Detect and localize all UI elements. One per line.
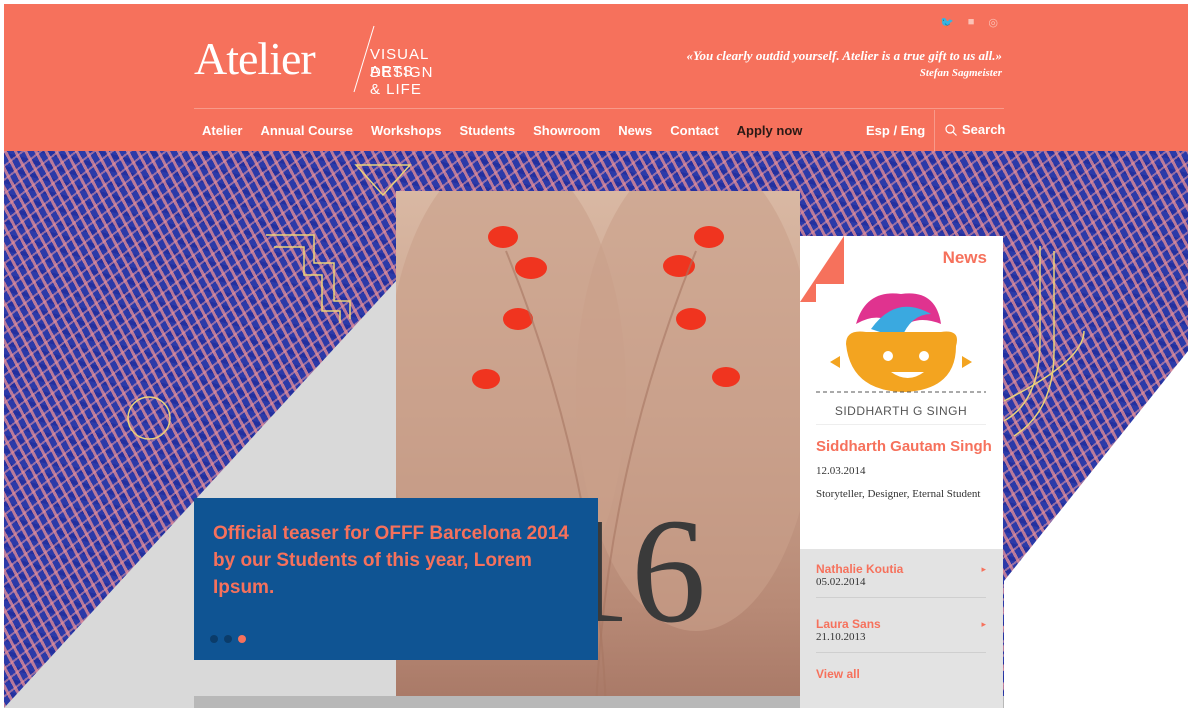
twitter-icon[interactable]: 🐦 [940, 16, 954, 29]
news-image-caption: SIDDHARTH G SINGH [834, 404, 968, 418]
site-header: Atelier VISUAL ARTS DESIGN & LIFE 🐦 ■ ◎ … [4, 4, 1188, 151]
slide-caption[interactable]: Official teaser for OFFF Barcelona 2014 … [194, 498, 598, 660]
chevron-right-icon: ▸ [981, 564, 986, 574]
news-featured-title[interactable]: Siddharth Gautam Singh [816, 438, 992, 455]
nav-item-atelier[interactable]: Atelier [202, 123, 242, 138]
nav-item-workshops[interactable]: Workshops [371, 123, 442, 138]
search-divider [934, 110, 935, 151]
nav-divider [194, 108, 1004, 109]
main-nav: Atelier Annual Course Workshops Students… [202, 123, 802, 138]
nav-item-apply-now[interactable]: Apply now [737, 123, 803, 138]
nav-item-students[interactable]: Students [460, 123, 516, 138]
search-icon [945, 123, 957, 136]
quote-author: Stefan Sagmeister [919, 67, 1002, 79]
slide-dot-3[interactable] [238, 635, 246, 643]
logo-wordmark: Atelier [194, 33, 316, 84]
news-panel: News SIDDHARTH G SINGH Siddharth Gautam … [800, 236, 1003, 708]
news-list: Nathalie Koutia 05.02.2014 ▸ Laura Sans … [800, 549, 1003, 708]
news-title: News [942, 248, 987, 267]
news-item-date: 05.02.2014 [816, 576, 866, 588]
pinterest-icon[interactable]: ◎ [988, 16, 998, 29]
news-featured-image[interactable]: SIDDHARTH G SINGH [816, 284, 986, 425]
search-label: Search [962, 122, 1006, 137]
nav-item-showroom[interactable]: Showroom [533, 123, 600, 138]
nav-item-news[interactable]: News [618, 123, 652, 138]
mascot-illustration [816, 293, 986, 393]
nav-item-annual-course[interactable]: Annual Course [260, 123, 352, 138]
slide-dot-2[interactable] [224, 635, 232, 643]
slide-pagination [210, 635, 246, 643]
language-switch[interactable]: Esp / Eng [866, 123, 925, 138]
chevron-right-icon: ▸ [981, 619, 986, 629]
news-item-name: Nathalie Koutia [816, 562, 904, 576]
news-item-name: Laura Sans [816, 617, 881, 631]
news-list-item[interactable]: Laura Sans 21.10.2013 ▸ [816, 604, 986, 653]
nav-item-contact[interactable]: Contact [670, 123, 718, 138]
news-item-date: 21.10.2013 [816, 631, 866, 643]
quote-text: «You clearly outdid yourself. Atelier is… [686, 48, 1003, 63]
logo-tagline-2: DESIGN & LIFE [370, 64, 434, 98]
page-frame: Atelier VISUAL ARTS DESIGN & LIFE 🐦 ■ ◎ … [4, 4, 1188, 708]
header-quote: «You clearly outdid yourself. Atelier is… [687, 48, 1003, 79]
hero-slider: 16 Official teaser for OFFF Barcelona 20… [4, 151, 1188, 708]
news-featured-description: Storyteller, Designer, Eternal Student [816, 488, 981, 500]
news-view-all-link[interactable]: View all [816, 667, 860, 681]
news-featured-date: 12.03.2014 [816, 465, 866, 477]
slide-dot-1[interactable] [210, 635, 218, 643]
social-links: 🐦 ■ ◎ [940, 16, 998, 29]
facebook-icon[interactable]: ■ [968, 16, 975, 29]
search-button[interactable]: Search [945, 122, 1005, 137]
slide-caption-text: Official teaser for OFFF Barcelona 2014 … [213, 523, 569, 598]
news-list-item[interactable]: Nathalie Koutia 05.02.2014 ▸ [816, 549, 986, 598]
